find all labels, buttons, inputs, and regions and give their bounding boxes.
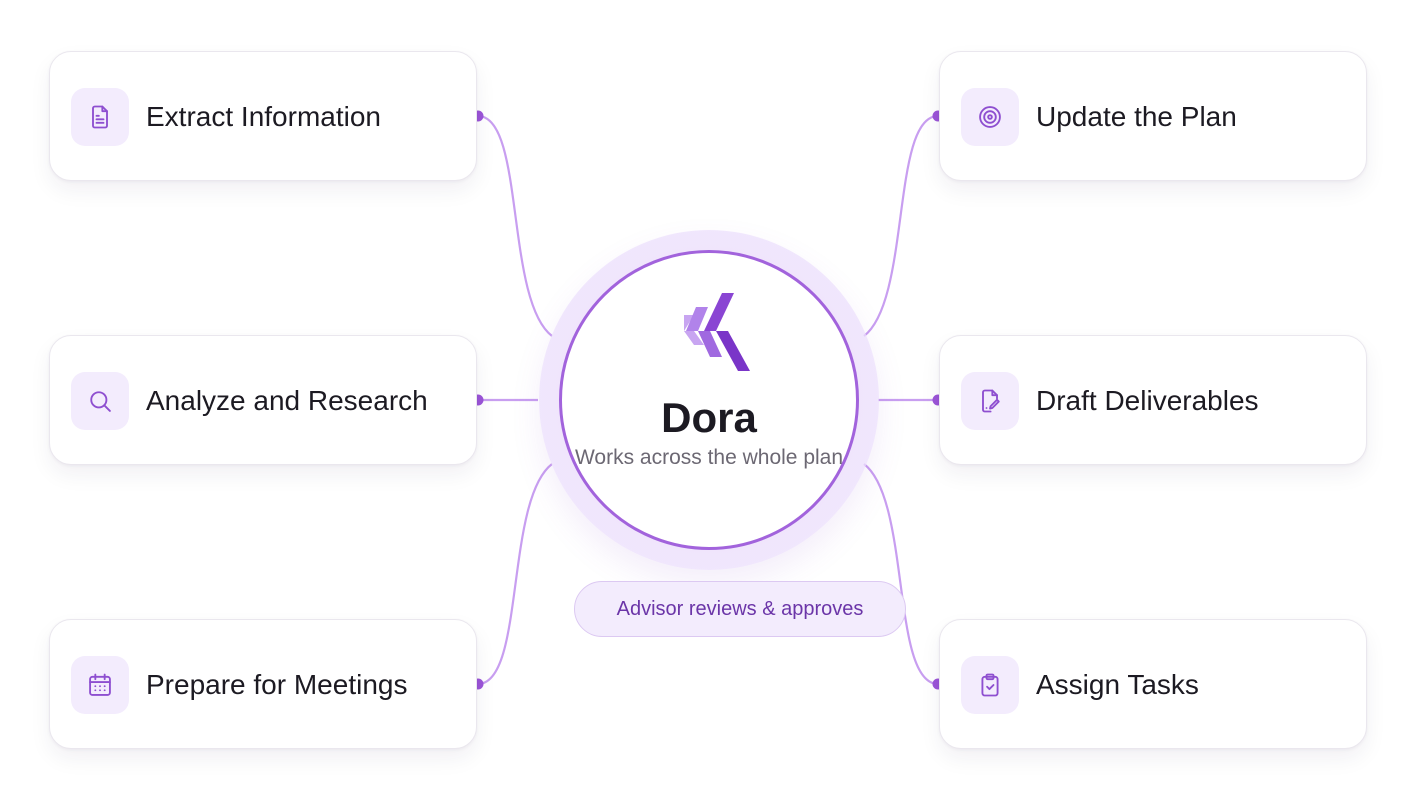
hub-title: Dora xyxy=(661,394,757,441)
connector-prepare xyxy=(477,463,553,686)
card-label: Extract Information xyxy=(146,101,381,132)
card-analyze-and-research: Analyze and Research xyxy=(49,335,477,465)
card-label: Draft Deliverables xyxy=(1036,385,1259,416)
card-assign-tasks: Assign Tasks xyxy=(939,619,1367,749)
file-edit-icon xyxy=(961,372,1019,430)
card-label: Prepare for Meetings xyxy=(146,669,408,700)
card-update-the-plan: Update the Plan xyxy=(939,51,1367,181)
card-label: Analyze and Research xyxy=(146,385,428,416)
card-draft-deliverables: Draft Deliverables xyxy=(939,335,1367,465)
hub-circle: Dora Works across the whole plan xyxy=(559,250,859,550)
search-icon xyxy=(71,372,129,430)
connector-update xyxy=(863,114,939,337)
clipboard-check-icon xyxy=(961,656,1019,714)
advisor-approval-badge: Advisor reviews & approves xyxy=(574,581,906,637)
document-icon xyxy=(71,88,129,146)
hub-subtitle: Works across the whole plan xyxy=(574,446,844,469)
card-label: Assign Tasks xyxy=(1036,669,1199,700)
connector-assign xyxy=(863,463,939,686)
card-extract-information: Extract Information xyxy=(49,51,477,181)
dora-logo-icon xyxy=(684,293,750,371)
calendar-icon xyxy=(71,656,129,714)
card-label: Update the Plan xyxy=(1036,101,1237,132)
target-icon xyxy=(961,88,1019,146)
card-prepare-for-meetings: Prepare for Meetings xyxy=(49,619,477,749)
connector-extract xyxy=(477,114,553,337)
